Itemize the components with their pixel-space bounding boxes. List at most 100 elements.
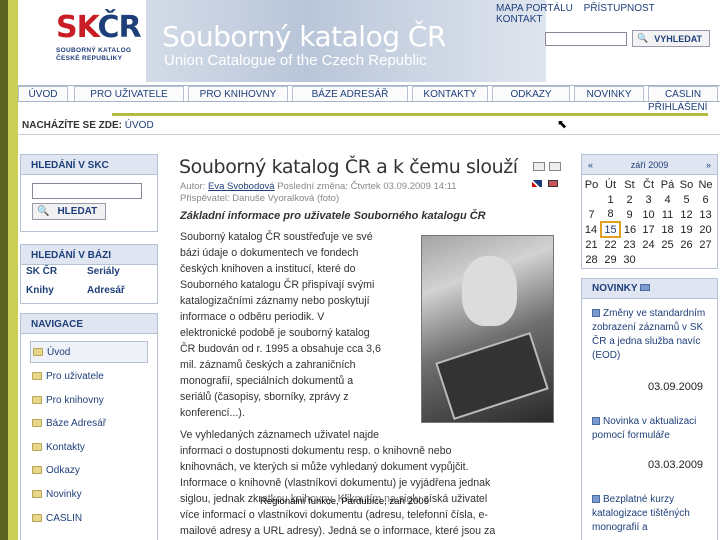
calendar-day[interactable]: 30 [620, 252, 639, 267]
tab-caslin[interactable]: CASLIN [648, 86, 718, 101]
nav-item-baze-adresar[interactable]: Báze Adresář [30, 412, 148, 434]
calendar-day[interactable]: 5 [677, 192, 696, 207]
news-date: 03.03.2009 [648, 459, 704, 471]
calendar-day[interactable]: 27 [696, 237, 715, 252]
header-search-button[interactable]: 🔍 VYHLEDAT [632, 30, 710, 47]
news-bullet-icon [592, 417, 600, 426]
author-link[interactable]: Eva Svobodová [208, 181, 275, 192]
calendar-day[interactable]: 9 [620, 207, 639, 222]
accent-line [112, 113, 708, 116]
calendar-grid: Po Út St Čt Pá So Ne 1 2 3 4 5 6 7 8 9 10 11 12 13 14… [582, 177, 716, 267]
header-banner: Souborný katalog ČR Union Catalogue of t… [146, 0, 546, 82]
breadcrumb-current[interactable]: ÚVOD [125, 120, 154, 131]
skc-search-button[interactable]: 🔍 HLEDAT [32, 203, 106, 220]
pdf-icon[interactable] [548, 180, 558, 187]
skc-search-input[interactable] [32, 183, 142, 199]
rss-icon[interactable] [640, 284, 651, 291]
calendar-day[interactable]: 21 [582, 237, 601, 252]
nav-item-pro-uzivatele[interactable]: Pro uživatele [30, 365, 148, 387]
toplink-mapa-portalu[interactable]: MAPA PORTÁLU [496, 3, 573, 14]
calendar-day[interactable]: 13 [696, 207, 715, 222]
print-icon[interactable] [549, 162, 561, 171]
calendar-day[interactable]: 25 [658, 237, 677, 252]
news-bullet-icon [592, 309, 600, 318]
nav-item-caslin[interactable]: CASLIN [30, 507, 148, 529]
tab-odkazy[interactable]: ODKAZY [492, 86, 570, 101]
tab-kontakty[interactable]: KONTAKTY [412, 86, 488, 101]
calendar-day[interactable]: 28 [582, 252, 601, 267]
header-search-input[interactable] [545, 32, 627, 46]
slide-footer-note: Regionální funkce, Pardubice, září 2009 [260, 496, 429, 507]
email-icon[interactable] [533, 162, 545, 171]
news-item[interactable]: Změny ve standardním zobrazení záznamů v… [592, 307, 710, 363]
folder-icon [32, 419, 42, 427]
calendar-day[interactable]: 8 [601, 207, 620, 222]
tab-uvod[interactable]: ÚVOD [18, 86, 68, 101]
calendar-next-button[interactable]: » [706, 160, 711, 170]
calendar-empty-cell [582, 192, 601, 207]
nav-item-kontakty[interactable]: Kontakty [30, 436, 148, 458]
nav-item-novinky[interactable]: Novinky [30, 483, 148, 505]
calendar-day[interactable]: 26 [677, 237, 696, 252]
news-item[interactable]: Bezplatné kurzy katalogizace tištěných m… [592, 493, 710, 535]
slide-left-bar-dark [0, 0, 8, 540]
calendar-day[interactable]: 3 [639, 192, 658, 207]
logo-subtitle: SOUBORNÝ KATALOG ČESKÉ REPUBLIKY [56, 47, 132, 62]
calendar-day[interactable]: 6 [696, 192, 715, 207]
news-item[interactable]: Novinka v aktualizaci pomocí formuláře [592, 415, 710, 443]
calendar-day[interactable]: 12 [677, 207, 696, 222]
calendar-week: 14 15 16 17 18 19 20 [582, 221, 715, 238]
breadcrumb: NACHÁZÍTE SE ZDE: ÚVOD [22, 120, 154, 131]
calendar-day[interactable]: 24 [639, 237, 658, 252]
navigation-title: NAVIGACE [21, 314, 157, 334]
calendar-day[interactable]: 2 [620, 192, 639, 207]
bazi-link-knihy[interactable]: Knihy [26, 285, 54, 296]
tab-pro-uzivatele[interactable]: PRO UŽIVATELE [74, 86, 184, 101]
article-formats [532, 180, 558, 187]
calendar-widget: « září 2009 » Po Út St Čt Pá So Ne 12345… [581, 154, 718, 269]
article-tools [533, 162, 561, 171]
calendar-prev-button[interactable]: « [588, 160, 593, 170]
article-subheading: Základní informace pro uživatele Souborn… [180, 210, 486, 222]
calendar-day[interactable]: 19 [677, 222, 696, 237]
calendar-day[interactable]: 10 [639, 207, 658, 222]
bazi-link-serialy[interactable]: Seriály [87, 266, 120, 277]
calendar-day[interactable]: 22 [601, 237, 620, 252]
calendar-day[interactable]: 23 [620, 237, 639, 252]
folder-icon [32, 372, 42, 380]
calendar-day[interactable]: 16 [620, 222, 639, 237]
nav-item-pro-knihovny[interactable]: Pro knihovny [30, 389, 148, 411]
calendar-day[interactable]: 15 [600, 221, 621, 238]
bazi-link-adresar[interactable]: Adresář [87, 285, 125, 296]
divider [18, 134, 720, 135]
calendar-week: 21 22 23 24 25 26 27 [582, 237, 715, 252]
calendar-day[interactable]: 11 [658, 207, 677, 222]
calendar-day[interactable]: 4 [658, 192, 677, 207]
logo-mark-sk: SK [56, 10, 99, 45]
english-flag-icon[interactable] [532, 180, 542, 187]
calendar-day[interactable]: 1 [601, 192, 620, 207]
site-logo[interactable]: SKČR SOUBORNÝ KATALOG ČESKÉ REPUBLIKY [56, 10, 142, 70]
bazi-link-skcr[interactable]: SK ČR [26, 266, 57, 277]
folder-icon [32, 490, 42, 498]
tab-pro-knihovny[interactable]: PRO KNIHOVNY [188, 86, 288, 101]
calendar-day[interactable]: 18 [658, 222, 677, 237]
tab-novinky[interactable]: NOVINKY [574, 86, 644, 101]
calendar-week: 28 29 30 [582, 252, 715, 267]
tab-baze-adresar[interactable]: BÁZE ADRESÁŘ [292, 86, 408, 101]
news-title: NOVINKY [582, 279, 717, 299]
login-link[interactable]: PŘIHLÁŠENÍ [648, 102, 707, 113]
toplink-kontakt[interactable]: KONTAKT [496, 14, 542, 25]
news-bullet-icon [592, 495, 600, 504]
calendar-day[interactable]: 7 [582, 207, 601, 222]
nav-item-odkazy[interactable]: Odkazy [30, 459, 148, 481]
main-nav: ÚVOD PRO UŽIVATELE PRO KNIHOVNY BÁZE ADR… [18, 85, 720, 102]
calendar-day[interactable]: 17 [639, 222, 658, 237]
calendar-day[interactable]: 29 [601, 252, 620, 267]
nav-item-uvod[interactable]: Úvod [30, 341, 148, 363]
toplink-pristupnost[interactable]: PŘÍSTUPNOST [584, 3, 655, 14]
calendar-month: září 2009 [630, 159, 669, 170]
mouse-cursor-icon: ⬉ [557, 117, 568, 131]
calendar-day[interactable]: 14 [582, 222, 601, 237]
calendar-day[interactable]: 20 [696, 222, 715, 237]
